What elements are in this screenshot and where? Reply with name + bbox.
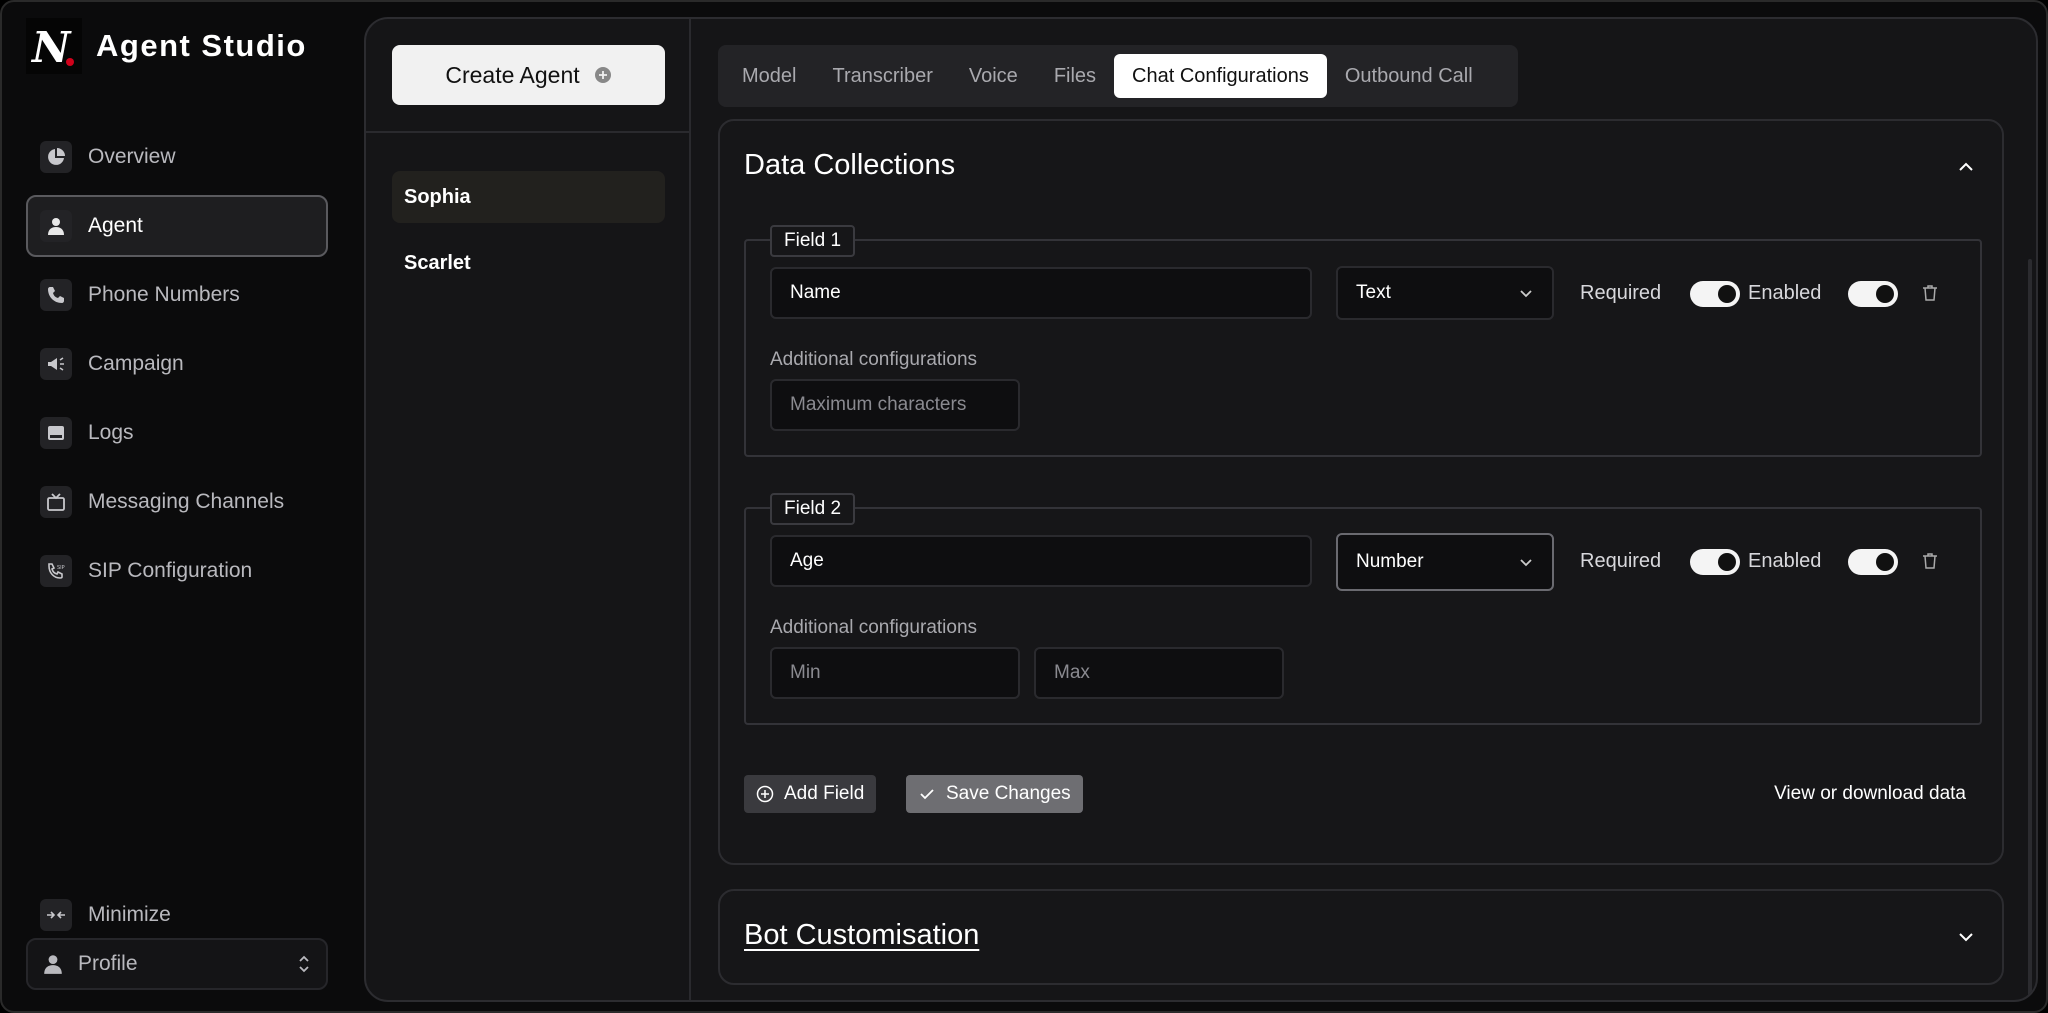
field-legend: Field 1 [770,225,856,257]
field-type-select[interactable]: Text [1336,266,1554,320]
trash-icon[interactable] [1922,284,1938,302]
config-tabs: Model Transcriber Voice Files Chat Confi… [718,45,1518,107]
sidebar-item-label: Agent [88,214,143,237]
field-type-select[interactable]: Number [1336,533,1554,591]
agent-list-item[interactable]: Sophia [392,171,665,223]
enabled-toggle[interactable] [1848,281,1898,307]
logs-icon [40,417,72,449]
brand: N Agent Studio [26,18,306,74]
max-input[interactable]: Max [1034,647,1284,699]
field-name-input[interactable]: Name [770,267,1312,319]
tab-model[interactable]: Model [724,54,814,98]
agent-list-panel: Create Agent Sophia Scarlet [366,19,691,1000]
main-panel: Create Agent Sophia Scarlet Model Transc… [364,17,2038,1002]
required-label: Required [1580,550,1662,572]
field-type-value: Number [1356,551,1424,572]
sip-phone-icon: SIP [40,555,72,587]
required-toggle[interactable] [1690,549,1740,575]
max-characters-input[interactable]: Maximum characters [770,379,1020,431]
save-changes-label: Save Changes [946,783,1071,804]
sidebar-item-campaign[interactable]: Campaign [26,333,328,395]
additional-config-label: Additional configurations [770,349,978,370]
agent-list-item[interactable]: Scarlet [392,237,665,289]
tab-files[interactable]: Files [1036,54,1114,98]
field-legend: Field 2 [770,493,856,525]
enabled-toggle[interactable] [1848,549,1898,575]
chevron-up-down-icon [299,955,309,973]
tab-voice[interactable]: Voice [951,54,1036,98]
app-window: N Agent Studio Overview Agent Phone Numb… [0,0,2048,1013]
collapse-arrows-icon [40,899,72,931]
chevron-down-icon [1520,559,1532,567]
tab-outbound-call[interactable]: Outbound Call [1327,54,1491,98]
phone-icon [40,279,72,311]
sidebar-item-logs[interactable]: Logs [26,402,328,464]
data-collections-title: Data Collections [744,149,956,181]
divider [366,131,691,133]
required-label: Required [1580,282,1662,304]
svg-text:SIP: SIP [57,565,65,571]
required-toggle[interactable] [1690,281,1740,307]
sidebar-item-label: Campaign [88,352,184,375]
bot-customisation-title[interactable]: Bot Customisation [744,919,979,952]
chevron-down-icon[interactable] [1956,927,1976,947]
plus-circle-icon [756,785,774,803]
chevron-down-icon [1520,290,1532,298]
check-icon [920,789,934,800]
profile-label: Profile [78,952,138,975]
field-group: Field 2 Age Number Required Enabled Addi… [744,493,1982,725]
sidebar-item-label: Logs [88,421,134,444]
enabled-label: Enabled [1748,550,1822,572]
minimize-label: Minimize [88,903,171,926]
sidebar-item-label: Overview [88,145,176,168]
plus-circle-icon [594,67,611,83]
scrollbar[interactable] [2028,259,2032,999]
svg-text:N: N [30,24,72,68]
tab-chat-configurations[interactable]: Chat Configurations [1114,54,1327,98]
sidebar-item-sip-configuration[interactable]: SIP SIP Configuration [26,540,328,602]
minimize-button[interactable]: Minimize [26,884,328,946]
additional-config-label: Additional configurations [770,617,978,638]
trash-icon[interactable] [1922,552,1938,570]
brand-name: Agent Studio [96,28,306,63]
sidebar: N Agent Studio Overview Agent Phone Numb… [26,18,328,998]
sidebar-item-label: SIP Configuration [88,559,253,582]
view-download-data-link[interactable]: View or download data [1774,783,1966,805]
user-icon [40,210,72,242]
save-changes-button[interactable]: Save Changes [906,775,1083,813]
enabled-label: Enabled [1748,282,1822,304]
sidebar-item-label: Messaging Channels [88,490,285,513]
sidebar-item-label: Phone Numbers [88,283,240,306]
agent-config-content: Model Transcriber Voice Files Chat Confi… [692,19,2036,1000]
field-name-input[interactable]: Age [770,535,1312,587]
bot-customisation-card: Bot Customisation [718,889,2004,985]
sidebar-item-phone-numbers[interactable]: Phone Numbers [26,264,328,326]
megaphone-icon [40,348,72,380]
add-field-button[interactable]: Add Field [744,775,877,813]
chevron-up-icon[interactable] [1956,157,1976,177]
field-type-value: Text [1356,282,1391,303]
sidebar-item-agent[interactable]: Agent [26,195,328,257]
field-group: Field 1 Name Text Required Enabled Addit… [744,225,1982,457]
sidebar-item-messaging-channels[interactable]: Messaging Channels [26,471,328,533]
user-icon [44,955,62,974]
profile-selector[interactable]: Profile [26,938,328,990]
brand-logo: N [26,18,82,74]
data-collections-card: Data Collections Field 1 Name Text Requi… [718,119,2004,865]
tv-icon [40,486,72,518]
create-agent-button[interactable]: Create Agent [392,45,665,105]
add-field-label: Add Field [784,783,865,804]
sidebar-nav: Overview Agent Phone Numbers Campaign Lo… [26,126,328,609]
create-agent-label: Create Agent [445,61,580,88]
min-input[interactable]: Min [770,647,1020,699]
pie-chart-icon [40,141,72,173]
tab-transcriber[interactable]: Transcriber [814,54,950,98]
sidebar-item-overview[interactable]: Overview [26,126,328,188]
